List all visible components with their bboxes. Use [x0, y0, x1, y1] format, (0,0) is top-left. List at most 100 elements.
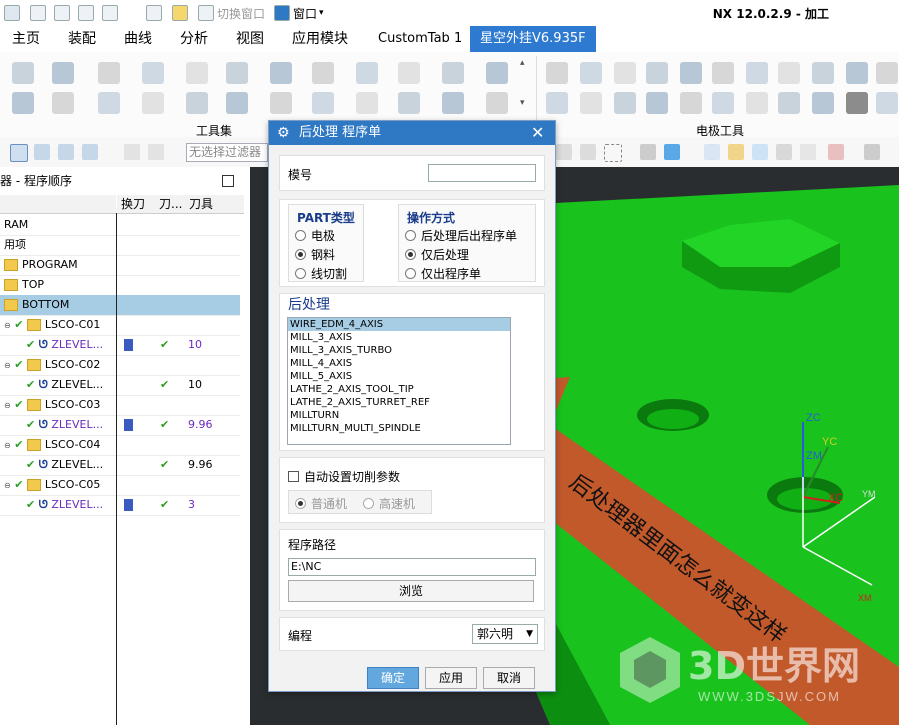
ribbon-tool-icon[interactable]: [12, 62, 34, 84]
operation-icon[interactable]: [124, 144, 140, 160]
ribbon-tool-icon[interactable]: [186, 92, 208, 114]
column-header-name[interactable]: [0, 195, 116, 214]
table-row[interactable]: ✔ ᘎ ZLEVEL... ✔ 9.96: [0, 455, 240, 476]
ribbon-tool-icon[interactable]: [12, 92, 34, 114]
erase-icon[interactable]: [640, 144, 656, 160]
list-item[interactable]: MILL_3_AXIS: [288, 331, 510, 344]
cancel-button[interactable]: 取消: [483, 667, 535, 689]
list-item[interactable]: MILL_5_AXIS: [288, 370, 510, 383]
cube-icon[interactable]: [664, 144, 680, 160]
touch-mode-icon[interactable]: [172, 4, 191, 22]
electrode-tool-icon[interactable]: [680, 92, 702, 114]
ribbon-tool-icon[interactable]: [356, 62, 378, 84]
list-item[interactable]: LATHE_2_AXIS_TOOL_TIP: [288, 383, 510, 396]
table-row[interactable]: BOTTOM: [0, 295, 240, 316]
column-header-tool[interactable]: 刀具: [185, 195, 244, 214]
ok-button[interactable]: 确定: [367, 667, 419, 689]
expand-icon[interactable]: ⊖: [4, 441, 11, 450]
ribbon-tool-icon[interactable]: [142, 62, 164, 84]
rectangle-select-icon[interactable]: [604, 144, 622, 162]
ribbon-tool-icon[interactable]: [398, 62, 420, 84]
table-row[interactable]: ⊖ ✔ LSCO-C01: [0, 315, 240, 336]
zoom-icon[interactable]: [728, 144, 744, 160]
radio-post-and-sheet[interactable]: 后处理后出程序单: [405, 227, 517, 244]
layer-icon[interactable]: [800, 144, 816, 160]
list-item[interactable]: WIRE_EDM_4_AXIS: [288, 318, 510, 331]
undo-icon[interactable]: [4, 4, 23, 22]
expand-icon[interactable]: ⊖: [4, 401, 11, 410]
table-row[interactable]: ⊖ ✔ LSCO-C03: [0, 395, 240, 416]
electrode-tool-icon[interactable]: [778, 92, 800, 114]
table-row[interactable]: ⊖ ✔ LSCO-C02: [0, 355, 240, 376]
mold-input[interactable]: [428, 164, 536, 182]
ribbon-tool-icon[interactable]: [52, 62, 74, 84]
table-row[interactable]: ✔ ᘎ ZLEVEL... ✔ 10: [0, 335, 240, 356]
tab-home[interactable]: 主页: [2, 26, 50, 52]
list-item[interactable]: MILL_3_AXIS_TURBO: [288, 344, 510, 357]
electrode-tool-icon[interactable]: [846, 92, 868, 114]
ribbon-tool-icon[interactable]: [398, 92, 420, 114]
table-row[interactable]: RAM: [0, 215, 240, 236]
method-view-icon[interactable]: [82, 144, 98, 160]
electrode-tool-icon[interactable]: [846, 62, 868, 84]
repeat-command-icon[interactable]: [146, 4, 165, 22]
machine-tool-view-icon[interactable]: [34, 144, 50, 160]
browse-button[interactable]: 浏览: [288, 580, 534, 602]
ribbon-tool-icon[interactable]: [98, 62, 120, 84]
geometry-view-icon[interactable]: [58, 144, 74, 160]
column-header-path[interactable]: 刀...: [155, 195, 185, 214]
electrode-tool-icon[interactable]: [712, 92, 734, 114]
electrode-tool-icon[interactable]: [546, 62, 568, 84]
maximize-icon[interactable]: [222, 175, 234, 187]
postprocessor-list[interactable]: WIRE_EDM_4_AXIS MILL_3_AXIS MILL_3_AXIS_TU…: [287, 317, 511, 445]
ribbon-tool-icon[interactable]: [442, 92, 464, 114]
electrode-tool-icon[interactable]: [646, 92, 668, 114]
electrode-tool-icon[interactable]: [546, 92, 568, 114]
electrode-tool-icon[interactable]: [746, 92, 768, 114]
list-item[interactable]: MILLTURN: [288, 409, 510, 422]
table-row[interactable]: ⊖ ✔ LSCO-C04: [0, 435, 240, 456]
ribbon-tool-icon[interactable]: [98, 92, 120, 114]
operation-list-icon[interactable]: [148, 144, 164, 160]
ribbon-tool-icon[interactable]: [312, 92, 334, 114]
radio-electrode[interactable]: 电极: [295, 227, 335, 244]
electrode-tool-icon[interactable]: [580, 92, 602, 114]
ribbon-tool-icon[interactable]: [312, 62, 334, 84]
list-item[interactable]: MILL_4_AXIS: [288, 357, 510, 370]
tab-xingkong-plugin[interactable]: 星空外挂V6.935F: [470, 26, 596, 52]
electrode-tool-icon[interactable]: [614, 62, 636, 84]
paste-icon[interactable]: [78, 4, 97, 22]
ribbon-scroll-icon[interactable]: ▴ ▾: [520, 58, 530, 118]
tab-view[interactable]: 视图: [226, 26, 274, 52]
electrode-tool-icon[interactable]: [812, 92, 834, 114]
ribbon-tool-icon[interactable]: [226, 62, 248, 84]
table-row[interactable]: 用项: [0, 235, 240, 256]
ribbon-tool-icon[interactable]: [356, 92, 378, 114]
select-icon[interactable]: [580, 144, 596, 160]
ribbon-tool-icon[interactable]: [186, 62, 208, 84]
list-item[interactable]: MILLTURN_MULTI_SPINDLE: [288, 422, 510, 435]
window-menu-button[interactable]: 窗口 ▾: [274, 4, 324, 22]
electrode-tool-icon[interactable]: [778, 62, 800, 84]
pan-icon[interactable]: [776, 144, 792, 160]
rotate-icon[interactable]: [752, 144, 768, 160]
expand-icon[interactable]: ⊖: [4, 481, 11, 490]
display-icon[interactable]: [828, 144, 844, 160]
table-row[interactable]: ✔ ᘎ ZLEVEL... ✔ 10: [0, 375, 240, 396]
electrode-tool-icon[interactable]: [876, 92, 898, 114]
list-item[interactable]: LATHE_2_AXIS_TURRET_REF: [288, 396, 510, 409]
copy-icon[interactable]: [54, 4, 73, 22]
apply-button[interactable]: 应用: [425, 667, 477, 689]
electrode-tool-icon[interactable]: [614, 92, 636, 114]
paste-special-icon[interactable]: [102, 4, 121, 22]
electrode-tool-icon[interactable]: [580, 62, 602, 84]
cut-icon[interactable]: [30, 4, 49, 22]
tab-application[interactable]: 应用模块: [282, 26, 358, 52]
radio-normal-machine[interactable]: 普通机: [295, 495, 347, 512]
ribbon-tool-icon[interactable]: [486, 62, 508, 84]
ribbon-tool-icon[interactable]: [270, 92, 292, 114]
tab-curve[interactable]: 曲线: [114, 26, 162, 52]
expand-icon[interactable]: ⊖: [4, 321, 11, 330]
electrode-tool-icon[interactable]: [746, 62, 768, 84]
tab-assembly[interactable]: 装配: [58, 26, 106, 52]
